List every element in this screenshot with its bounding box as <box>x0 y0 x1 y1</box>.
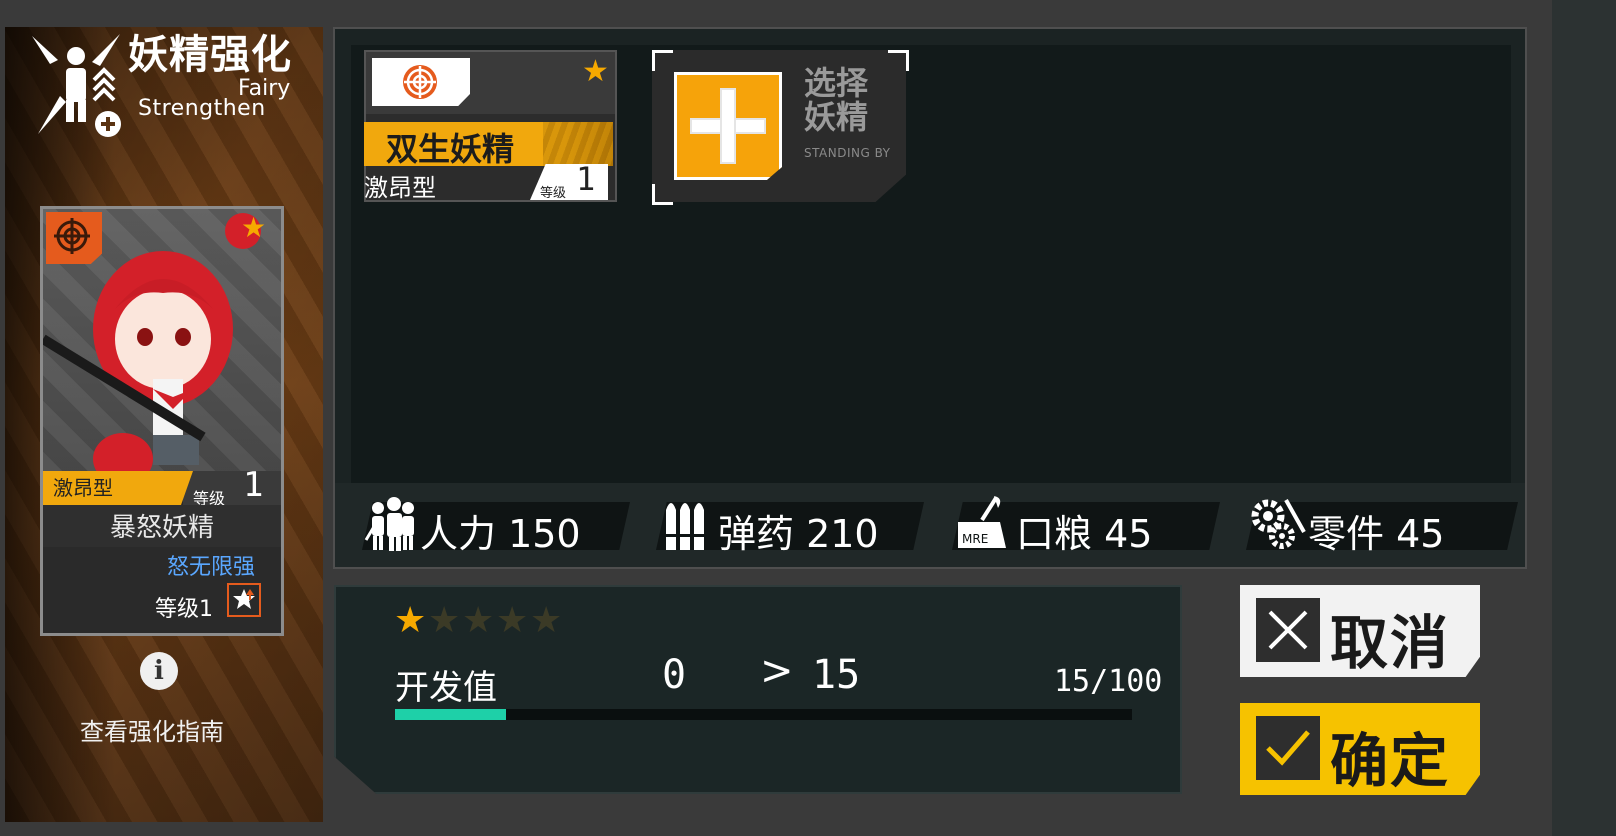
dev-progress-fill <box>395 709 506 720</box>
parts-icon <box>1251 499 1306 549</box>
dev-value-after: 15 <box>812 652 861 698</box>
standing-by-label: STANDING BY <box>804 146 891 160</box>
material-fairy-name: 双生妖精 <box>386 130 515 168</box>
rarity-star-icon: ★ <box>582 54 609 89</box>
target-icon <box>54 218 90 254</box>
material-fairy-type: 激昂型 <box>364 174 436 202</box>
skill-name: 怒无限强 <box>167 555 256 580</box>
cancel-button-label[interactable]: 取消 <box>1330 596 1450 680</box>
resource-parts-text: 零件 45 <box>1308 512 1445 556</box>
fairy-strengthen-icon <box>32 34 121 137</box>
material-level-label: 等级 <box>540 186 567 201</box>
rations-icon: MRE <box>958 496 1006 548</box>
info-icon[interactable]: i <box>140 652 178 690</box>
dev-value-label: 开发值 <box>395 668 497 708</box>
mini-type-badge <box>372 58 470 106</box>
ammo-icon <box>664 503 708 550</box>
progress-star-icon: ★ <box>428 600 461 641</box>
plus-icon <box>720 88 736 164</box>
page-title-en-line2: Strengthen <box>138 96 266 121</box>
guide-link[interactable]: 查看强化指南 <box>80 712 224 747</box>
dev-value-arrow: > <box>760 648 794 694</box>
material-level-value: 1 <box>576 160 596 198</box>
progress-star-icon: ★ <box>394 600 427 641</box>
slot-corner <box>652 50 673 71</box>
target-icon <box>403 65 437 99</box>
slot-corner <box>888 50 909 71</box>
manpower-icon <box>364 497 414 551</box>
skill-upgrade-icon <box>227 583 261 617</box>
page-title: 妖精强化 <box>128 31 292 78</box>
background-edge <box>1552 0 1616 836</box>
skill-level: 等级1 <box>155 597 213 622</box>
select-fairy-label: 选择 妖精 <box>804 64 869 136</box>
slot-corner <box>652 184 673 205</box>
progress-star-icon: ★ <box>530 600 563 641</box>
dev-value-ratio: 15/100 <box>1054 664 1163 699</box>
svg-text:MRE: MRE <box>962 532 988 546</box>
fairy-card[interactable]: ★ 激昂型 等级 1 暴怒妖精 怒无限强 等级1 <box>40 206 284 636</box>
fairy-type-badge <box>46 212 102 264</box>
level-value: 1 <box>243 465 264 505</box>
check-icon <box>1256 716 1320 780</box>
progress-star-icon: ★ <box>496 600 529 641</box>
rarity-star-icon: ★ <box>241 211 267 244</box>
fairy-type-label: 激昂型 <box>43 471 193 505</box>
resource-manpower-text: 人力 150 <box>420 512 581 556</box>
confirm-button-label[interactable]: 确定 <box>1330 714 1450 798</box>
resource-ammo-text: 弹药 210 <box>718 512 879 556</box>
dev-value-current: 0 <box>662 652 687 698</box>
fairy-name: 暴怒妖精 <box>109 513 214 543</box>
close-icon <box>1256 598 1320 662</box>
progress-star-icon: ★ <box>462 600 495 641</box>
resource-rations-text: 口粮 45 <box>1016 512 1153 556</box>
